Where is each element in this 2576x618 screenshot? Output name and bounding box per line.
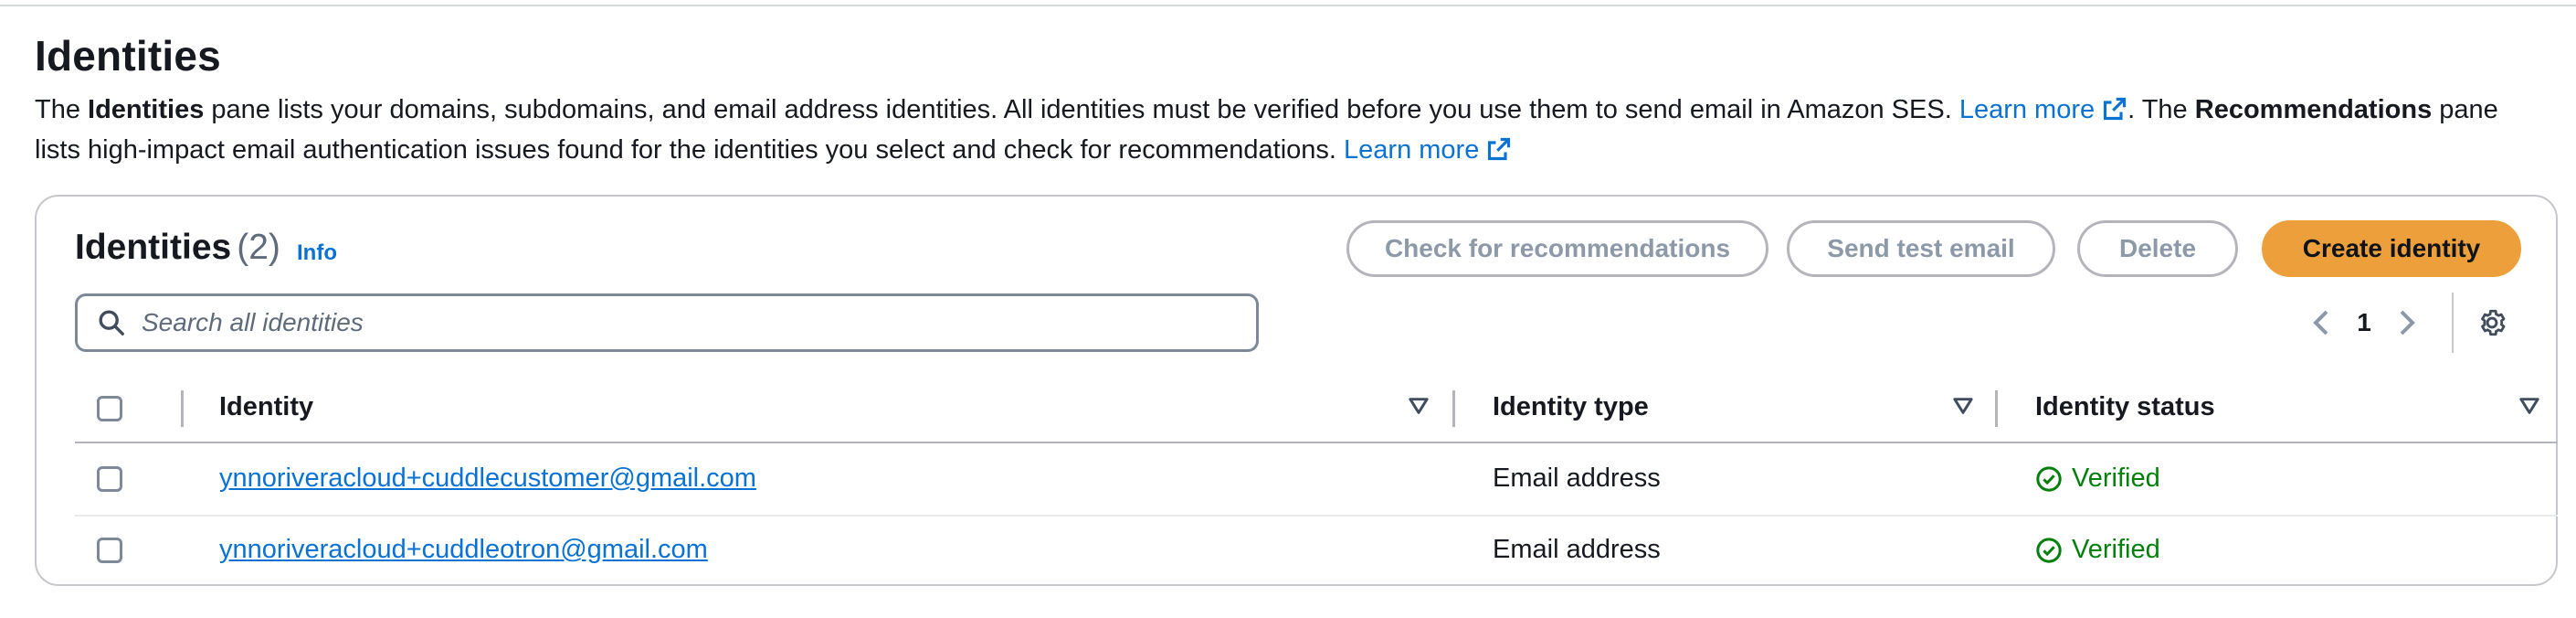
search-box xyxy=(75,293,1259,352)
check-recommendations-button[interactable]: Check for recommendations xyxy=(1346,220,1768,277)
identity-link[interactable]: ynnoriveracloud+cuddlecustomer@gmail.com xyxy=(219,464,756,494)
identity-type: Email address xyxy=(1493,464,1661,493)
sort-icon[interactable] xyxy=(2519,396,2539,421)
identities-panel: Identities (2) Info Check for recommendat… xyxy=(35,195,2558,586)
table-row: ynnoriveracloud+cuddleotron@gmail.com Em… xyxy=(75,515,2558,586)
search-icon xyxy=(98,309,125,336)
external-link-icon xyxy=(1486,135,1512,172)
identity-count: (2) xyxy=(237,228,280,267)
check-circle-icon xyxy=(2036,465,2062,492)
chevron-left-icon[interactable] xyxy=(2302,304,2338,341)
row-checkbox[interactable] xyxy=(97,466,122,492)
panel-title: Identities (2) xyxy=(75,228,280,268)
create-identity-button[interactable]: Create identity xyxy=(2262,220,2521,277)
column-header-identity-status[interactable]: Identity status xyxy=(2035,392,2215,422)
panel-title-text: Identities xyxy=(75,228,232,267)
search-input[interactable] xyxy=(140,307,1194,338)
sort-icon[interactable] xyxy=(1953,396,1973,421)
table-row: ynnoriveracloud+cuddlecustomer@gmail.com… xyxy=(75,443,2558,517)
table-header: Identity Identity type Identity status xyxy=(75,376,2558,443)
toolbar-divider xyxy=(2452,293,2454,353)
description-bold-recommendations: Recommendations xyxy=(2194,95,2433,124)
learn-more-label: Learn more xyxy=(1958,95,2096,124)
page-title: Identities xyxy=(35,32,221,80)
column-header-identity-type[interactable]: Identity type xyxy=(1493,392,1649,422)
external-link-icon xyxy=(2102,95,2127,132)
column-header-identity[interactable]: Identity xyxy=(219,392,313,422)
description-text: . The xyxy=(2127,95,2195,124)
identity-link[interactable]: ynnoriveracloud+cuddleotron@gmail.com xyxy=(219,535,708,565)
chevron-right-icon[interactable] xyxy=(2390,304,2426,341)
column-divider xyxy=(1452,390,1455,427)
page-description: The Identities pane lists your domains, … xyxy=(35,91,2538,172)
learn-more-link[interactable]: Learn more xyxy=(1344,135,1512,165)
pagination: 1 xyxy=(2302,297,2426,348)
info-link[interactable]: Info xyxy=(297,240,337,266)
description-bold-identities: Identities xyxy=(88,95,205,124)
delete-button[interactable]: Delete xyxy=(2077,220,2238,277)
top-divider xyxy=(0,5,2576,6)
status-text: Verified xyxy=(2072,535,2160,564)
sort-icon[interactable] xyxy=(1409,396,1429,421)
send-test-email-button[interactable]: Send test email xyxy=(1787,220,2055,277)
learn-more-label: Learn more xyxy=(1344,135,1480,165)
description-text: pane lists your domains, subdomains, and… xyxy=(204,95,1959,124)
column-divider xyxy=(181,390,184,427)
identity-type: Email address xyxy=(1493,535,1661,564)
status-badge: Verified xyxy=(2035,535,2160,565)
current-page[interactable]: 1 xyxy=(2338,308,2390,337)
status-text: Verified xyxy=(2072,464,2160,493)
check-circle-icon xyxy=(2036,537,2062,563)
column-divider xyxy=(1995,390,1998,427)
description-text: The xyxy=(35,95,89,124)
gear-icon[interactable] xyxy=(2474,304,2510,341)
select-all-checkbox[interactable] xyxy=(97,396,122,421)
row-checkbox[interactable] xyxy=(97,538,122,563)
page: Identities The Identities pane lists you… xyxy=(0,0,2576,618)
status-badge: Verified xyxy=(2035,464,2160,494)
learn-more-link[interactable]: Learn more xyxy=(1959,95,2127,124)
